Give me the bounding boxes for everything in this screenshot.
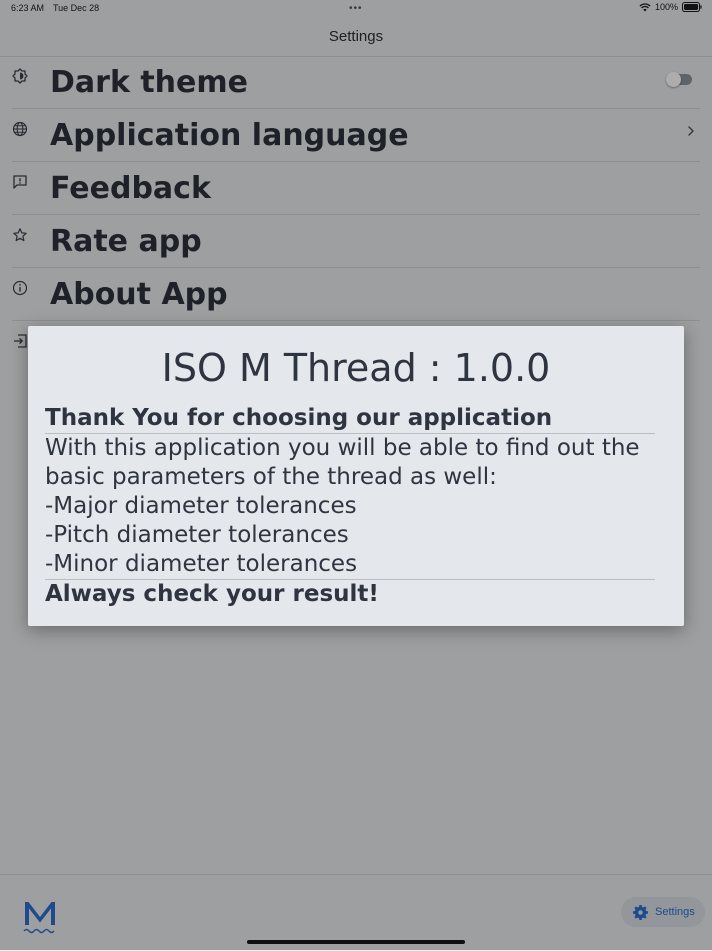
dialog-list-item: -Minor diameter tolerances [45,551,358,577]
dialog-list-item: -Major diameter tolerances [45,493,357,519]
dialog-intro: With this application you will be able t… [45,435,640,490]
dialog-heading: Thank You for choosing our application [45,405,553,431]
about-dialog: ISO M Thread : 1.0.0 Thank You for choos… [28,326,684,626]
home-indicator[interactable] [247,940,465,944]
app-screen: 6:23 AM Tue Dec 28 ••• 100% Settings Dar… [0,0,712,951]
dialog-footer: Always check your result! [45,581,379,607]
dialog-title: ISO M Thread : 1.0.0 [161,346,551,390]
dialog-body: Thank You for choosing our application W… [45,404,667,609]
dialog-list-item: -Pitch diameter tolerances [45,522,349,548]
